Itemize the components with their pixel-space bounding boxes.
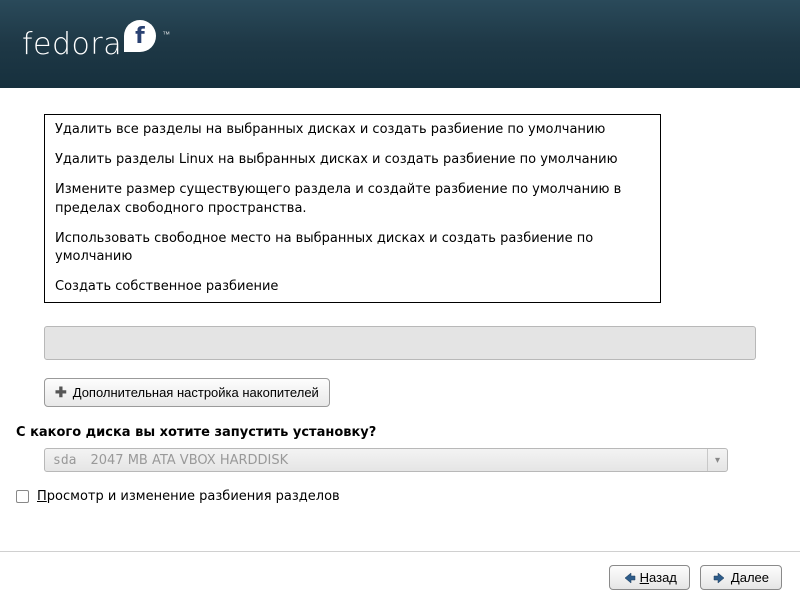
back-button[interactable]: Назад <box>609 565 690 590</box>
review-partitions-row[interactable]: Просмотр и изменение разбиения разделов <box>16 489 340 504</box>
footer-separator-light <box>0 552 800 553</box>
fedora-infinity-icon: f <box>124 20 156 52</box>
option-remove-linux[interactable]: Удалить разделы Linux на выбранных диска… <box>45 145 660 175</box>
option-custom[interactable]: Создать собственное разбиение <box>45 272 660 302</box>
chevron-down-icon: ▾ <box>707 449 727 471</box>
review-partitions-checkbox[interactable] <box>16 490 29 503</box>
dropdown-background-slab <box>44 326 756 360</box>
partition-scheme-dropdown[interactable]: Удалить все разделы на выбранных дисках … <box>44 114 661 303</box>
boot-drive-select[interactable]: sda 2047 MB ATA VBOX HARDDISK ▾ <box>44 448 728 472</box>
review-partitions-label: Просмотр и изменение разбиения разделов <box>37 489 340 504</box>
nav-buttons: Назад Далее <box>609 565 782 590</box>
fedora-logo: fedora f ™ <box>22 27 169 62</box>
plus-icon: ✚ <box>55 384 67 401</box>
back-label: Назад <box>640 570 677 585</box>
option-use-free[interactable]: Использовать свободное место на выбранны… <box>45 224 660 272</box>
logo-text: fedora <box>22 27 122 62</box>
arrow-right-icon <box>713 571 727 585</box>
advanced-storage-button[interactable]: ✚ Дополнительная настройка накопителей <box>44 378 330 407</box>
trademark-symbol: ™ <box>162 30 171 39</box>
option-resize[interactable]: Измените размер существующего раздела и … <box>45 175 660 223</box>
content-area: Удалить все разделы на выбранных дисках … <box>0 88 800 600</box>
arrow-left-icon <box>622 571 636 585</box>
advanced-storage-label: Дополнительная настройка накопителей <box>73 385 319 400</box>
next-label: Далее <box>731 570 769 585</box>
option-remove-all[interactable]: Удалить все разделы на выбранных дисках … <box>45 115 660 145</box>
next-button[interactable]: Далее <box>700 565 782 590</box>
disk-device: sda <box>53 453 76 468</box>
boot-drive-prompt: С какого диска вы хотите запустить устан… <box>16 425 376 440</box>
header: fedora f ™ <box>0 0 800 88</box>
disk-description: 2047 MB ATA VBOX HARDDISK <box>90 453 288 468</box>
